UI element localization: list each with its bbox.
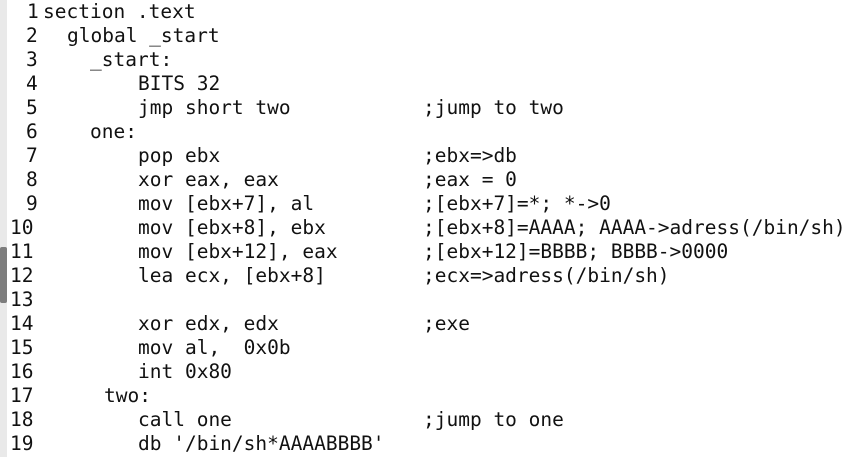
code-comment: ;exe <box>423 312 470 335</box>
code-line[interactable]: 18 call one ;jump to one <box>0 408 865 432</box>
code-line[interactable]: 14 xor edx, edx ;exe <box>0 312 865 336</box>
code-area[interactable]: 1 section .text 2 global _start 3 _start… <box>0 0 865 456</box>
line-number: 1 <box>27 0 39 23</box>
line-number: 18 <box>10 408 34 431</box>
code-line[interactable]: 10 mov [ebx+8], ebx ;[ebx+8]=AAAA; AAAA-… <box>0 216 865 240</box>
code-text: xor edx, edx <box>138 312 279 335</box>
code-text: xor eax, eax <box>138 168 279 191</box>
code-line[interactable]: 11 mov [ebx+12], eax ;[ebx+12]=BBBB; BBB… <box>0 240 865 264</box>
code-line[interactable]: 15 mov al, 0x0b <box>0 336 865 360</box>
code-text: mov [ebx+12], eax <box>138 240 338 263</box>
line-number: 3 <box>26 48 38 71</box>
line-number: 5 <box>26 96 38 119</box>
code-text: one: <box>90 120 137 143</box>
code-line[interactable]: 13 <box>0 288 865 312</box>
code-line[interactable]: 9 mov [ebx+7], al ;[ebx+7]=*; *->0 <box>0 192 865 216</box>
code-line[interactable]: 12 lea ecx, [ebx+8] ;ecx=>adress(/bin/sh… <box>0 264 865 288</box>
code-comment: ;[ebx+7]=*; *->0 <box>423 192 611 215</box>
code-comment: ;[ebx+8]=AAAA; AAAA->adress(/bin/sh) <box>423 216 846 239</box>
line-number: 11 <box>10 240 34 263</box>
line-number: 15 <box>10 336 34 359</box>
line-number: 4 <box>26 72 38 95</box>
code-text: mov [ebx+7], al <box>138 192 315 215</box>
code-comment: ;jump to two <box>423 96 564 119</box>
code-comment: ;[ebx+12]=BBBB; BBBB->0000 <box>423 240 729 263</box>
code-line[interactable]: 4 BITS 32 <box>0 72 865 96</box>
line-number: 8 <box>26 168 38 191</box>
code-line[interactable]: 7 pop ebx ;ebx=>db <box>0 144 865 168</box>
line-number: 9 <box>26 192 38 215</box>
line-number: 7 <box>26 144 38 167</box>
code-text: db '/bin/sh*AAAABBBB' <box>138 432 385 455</box>
code-comment: ;eax = 0 <box>423 168 517 191</box>
code-comment: ;ecx=>adress(/bin/sh) <box>423 264 670 287</box>
code-text: pop ebx <box>138 144 221 167</box>
code-line[interactable]: 6 one: <box>0 120 865 144</box>
code-editor[interactable]: 1 section .text 2 global _start 3 _start… <box>0 0 865 457</box>
code-text: BITS 32 <box>138 72 221 95</box>
code-text: mov al, 0x0b <box>138 336 291 359</box>
line-number: 12 <box>10 264 34 287</box>
code-text: int 0x80 <box>138 360 232 383</box>
line-number: 6 <box>26 120 38 143</box>
code-line[interactable]: 8 xor eax, eax ;eax = 0 <box>0 168 865 192</box>
line-number: 19 <box>10 432 34 455</box>
code-line[interactable]: 17 two: <box>0 384 865 408</box>
code-text: mov [ebx+8], ebx <box>138 216 326 239</box>
code-line[interactable]: 2 global _start <box>0 24 865 48</box>
line-number: 13 <box>10 288 34 311</box>
code-text: call one <box>138 408 232 431</box>
code-line[interactable]: 3 _start: <box>0 48 865 72</box>
code-line[interactable]: 1 section .text <box>0 0 865 24</box>
code-text: section .text <box>43 0 196 23</box>
line-number: 2 <box>26 24 38 47</box>
line-number: 16 <box>10 360 34 383</box>
code-comment: ;jump to one <box>423 408 564 431</box>
line-number: 10 <box>10 216 34 239</box>
code-text: _start: <box>90 48 173 71</box>
code-line[interactable]: 5 jmp short two ;jump to two <box>0 96 865 120</box>
code-text: lea ecx, [ebx+8] <box>138 264 326 287</box>
code-text: jmp short two <box>138 96 291 119</box>
line-number: 17 <box>10 384 34 407</box>
code-line[interactable]: 19 db '/bin/sh*AAAABBBB' <box>0 432 865 456</box>
code-text: global _start <box>67 24 220 47</box>
code-line[interactable]: 16 int 0x80 <box>0 360 865 384</box>
line-number: 14 <box>10 312 34 335</box>
code-text: two: <box>104 384 151 407</box>
code-comment: ;ebx=>db <box>423 144 517 167</box>
